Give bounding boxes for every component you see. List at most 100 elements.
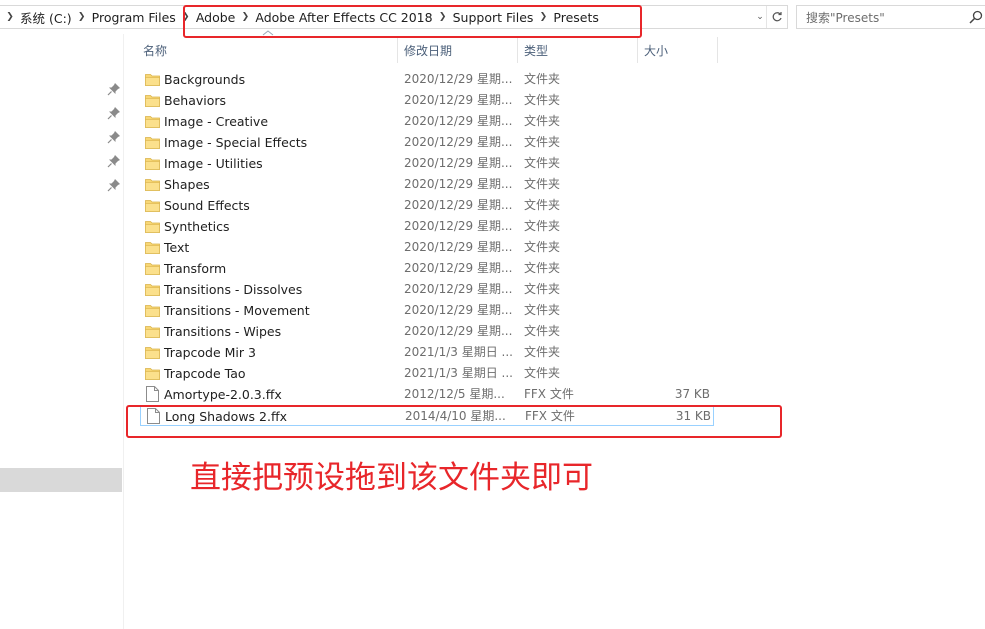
folder-row[interactable]: Trapcode Tao 2021/1/3 星期日 ... 文件夹 — [140, 363, 714, 384]
pin-icon[interactable] — [107, 178, 121, 192]
folder-row[interactable]: Transitions - Movement 2020/12/29 星期... 文件… — [140, 300, 714, 321]
folder-icon — [145, 95, 160, 107]
column-header-date[interactable]: 修改日期 — [398, 37, 518, 63]
chevron-right-icon[interactable]: ❯ — [2, 12, 18, 22]
refresh-button[interactable] — [766, 6, 786, 28]
file-icon — [146, 386, 159, 402]
file-row[interactable]: Long Shadows 2.ffx 2014/4/10 星期... FFX 文件 3… — [140, 405, 714, 426]
file-size — [640, 237, 710, 258]
file-size — [640, 69, 710, 90]
file-name: Trapcode Mir 3 — [164, 345, 256, 360]
file-name: Long Shadows 2.ffx — [165, 409, 287, 424]
file-name: Image - Utilities — [164, 156, 263, 171]
breadcrumb-item-adobe[interactable]: Adobe — [194, 10, 238, 25]
file-size — [640, 174, 710, 195]
file-date: 2020/12/29 星期... — [404, 72, 513, 86]
chevron-right-icon[interactable]: ❯ — [178, 12, 194, 22]
folder-icon — [145, 158, 160, 170]
file-type: 文件夹 — [524, 282, 561, 296]
folder-row[interactable]: Trapcode Mir 3 2021/1/3 星期日 ... 文件夹 — [140, 342, 714, 363]
file-type: 文件夹 — [524, 135, 561, 149]
file-type: 文件夹 — [524, 240, 561, 254]
folder-row[interactable]: Image - Special Effects 2020/12/29 星期... 文… — [140, 132, 714, 153]
folder-icon — [145, 179, 160, 191]
breadcrumb-item-program-files[interactable]: Program Files — [90, 10, 178, 25]
file-date: 2020/12/29 星期... — [404, 282, 513, 296]
file-type: 文件夹 — [524, 303, 561, 317]
search-input[interactable]: 搜索"Presets" — [796, 5, 985, 29]
file-row[interactable]: Amortype-2.0.3.ffx 2012/12/5 星期... FFX 文件 3… — [140, 384, 714, 405]
chevron-right-icon[interactable]: ❯ — [74, 12, 90, 22]
breadcrumb-item-presets[interactable]: Presets — [551, 10, 601, 25]
file-name: Amortype-2.0.3.ffx — [164, 387, 282, 402]
column-header-type-label: 类型 — [524, 43, 549, 58]
column-header-type[interactable]: 类型 — [518, 37, 638, 63]
breadcrumb-item-support-files[interactable]: Support Files — [451, 10, 536, 25]
pin-icon[interactable] — [107, 130, 121, 144]
file-size: 37 KB — [674, 387, 710, 401]
folder-icon — [145, 284, 160, 296]
file-size — [640, 216, 710, 237]
folder-icon — [145, 74, 160, 86]
chevron-right-icon[interactable]: ❯ — [237, 12, 253, 22]
file-date: 2021/1/3 星期日 ... — [404, 366, 513, 380]
folder-row[interactable]: Transform 2020/12/29 星期... 文件夹 — [140, 258, 714, 279]
file-size — [640, 342, 710, 363]
folder-row[interactable]: Image - Utilities 2020/12/29 星期... 文件夹 — [140, 153, 714, 174]
file-name: Synthetics — [164, 219, 230, 234]
navigation-pane — [0, 34, 124, 629]
sort-up-icon — [262, 30, 274, 36]
folder-row[interactable]: Text 2020/12/29 星期... 文件夹 — [140, 237, 714, 258]
file-size: 31 KB — [675, 409, 711, 423]
pin-icon[interactable] — [107, 106, 121, 120]
file-date: 2020/12/29 星期... — [404, 303, 513, 317]
address-bar[interactable]: ❯ 系统 (C:) ❯ Program Files ❯ Adobe ❯ Adob… — [0, 5, 788, 29]
file-name: Sound Effects — [164, 198, 250, 213]
file-type: 文件夹 — [524, 93, 561, 107]
file-type: 文件夹 — [524, 198, 561, 212]
folder-row[interactable]: Transitions - Wipes 2020/12/29 星期... 文件夹 — [140, 321, 714, 342]
folder-row[interactable]: Shapes 2020/12/29 星期... 文件夹 — [140, 174, 714, 195]
breadcrumb-item-after-effects[interactable]: Adobe After Effects CC 2018 — [253, 10, 434, 25]
file-date: 2020/12/29 星期... — [404, 135, 513, 149]
file-name: Behaviors — [164, 93, 227, 108]
file-name: Image - Special Effects — [164, 135, 308, 150]
file-size — [640, 300, 710, 321]
folder-icon — [145, 242, 160, 254]
file-size — [640, 132, 710, 153]
folder-row[interactable]: Image - Creative 2020/12/29 星期... 文件夹 — [140, 111, 714, 132]
folder-icon — [145, 305, 160, 317]
file-type: 文件夹 — [524, 261, 561, 275]
file-name: Trapcode Tao — [164, 366, 246, 381]
chevron-right-icon[interactable]: ❯ — [435, 12, 451, 22]
folder-icon — [145, 263, 160, 275]
pin-icon[interactable] — [107, 154, 121, 168]
folder-row[interactable]: Backgrounds 2020/12/29 星期... 文件夹 — [140, 69, 714, 90]
chevron-right-icon[interactable]: ❯ — [535, 12, 551, 22]
file-icon — [147, 408, 160, 424]
file-size — [640, 363, 710, 384]
breadcrumb-item-drive[interactable]: 系统 (C:) — [18, 8, 74, 27]
file-size — [640, 258, 710, 279]
folder-row[interactable]: Transitions - Dissolves 2020/12/29 星期... 文… — [140, 279, 714, 300]
file-date: 2020/12/29 星期... — [404, 219, 513, 233]
file-size — [640, 111, 710, 132]
column-header-size[interactable]: 大小 — [638, 37, 718, 63]
folder-icon — [145, 347, 160, 359]
file-date: 2020/12/29 星期... — [404, 177, 513, 191]
column-header-name[interactable]: 名称 — [137, 37, 398, 63]
search-icon[interactable] — [969, 10, 983, 24]
file-name: Backgrounds — [164, 72, 246, 87]
column-header-name-label: 名称 — [143, 43, 168, 58]
folder-row[interactable]: Behaviors 2020/12/29 星期... 文件夹 — [140, 90, 714, 111]
folder-row[interactable]: Synthetics 2020/12/29 星期... 文件夹 — [140, 216, 714, 237]
file-name: Transform — [164, 261, 227, 276]
folder-row[interactable]: Sound Effects 2020/12/29 星期... 文件夹 — [140, 195, 714, 216]
column-header-size-label: 大小 — [644, 43, 669, 58]
file-date: 2020/12/29 星期... — [404, 261, 513, 275]
nav-item-selected[interactable] — [0, 468, 122, 492]
file-type: 文件夹 — [524, 366, 561, 380]
file-type: 文件夹 — [524, 114, 561, 128]
folder-icon — [145, 368, 160, 380]
pin-icon[interactable] — [107, 82, 121, 96]
